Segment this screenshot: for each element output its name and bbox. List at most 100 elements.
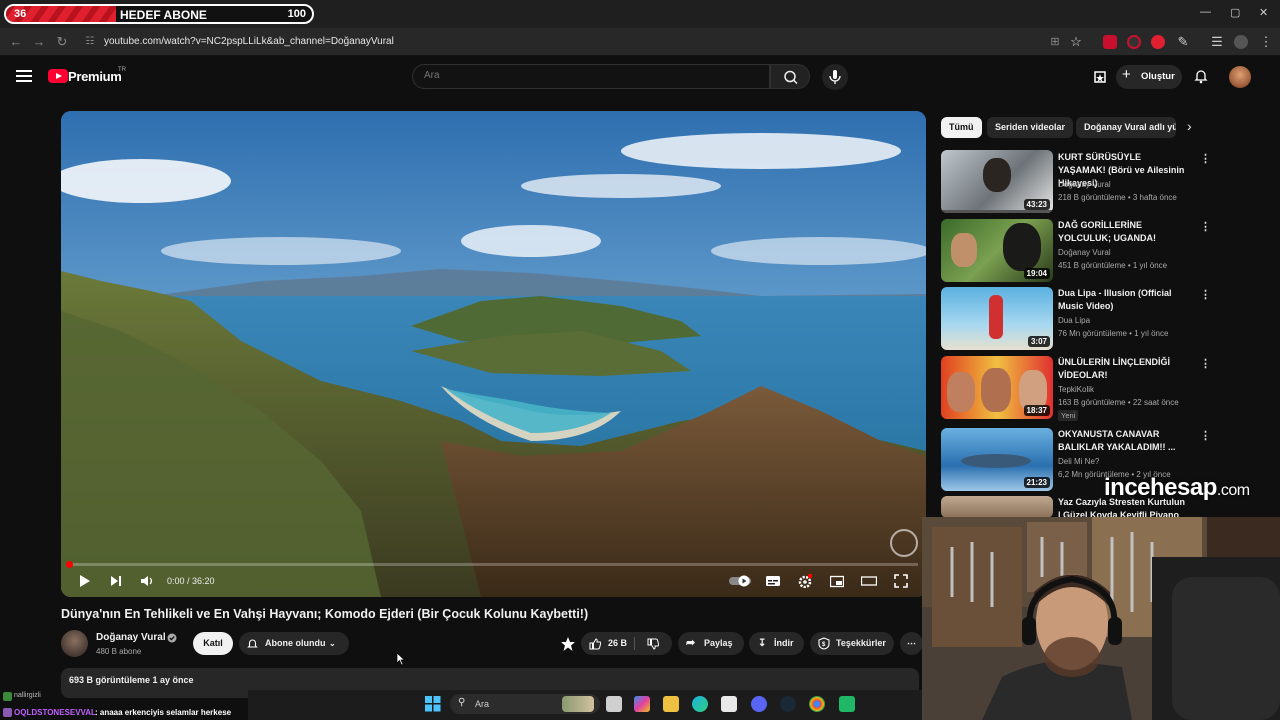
rec-more-icon[interactable]: ⋮	[1200, 288, 1211, 301]
rec-thumb-figure	[983, 158, 1011, 192]
rec-title[interactable]: DAĞ GORİLLERİNE YOLCULUK; UGANDA!	[1058, 219, 1190, 245]
streamer-webcam	[922, 517, 1280, 720]
rec-thumbnail[interactable]: 43:23	[941, 150, 1053, 213]
edge-icon[interactable]	[692, 696, 708, 712]
premium-sparkle-icon[interactable]	[1092, 69, 1108, 85]
rec-thumbnail[interactable]	[941, 496, 1053, 518]
fullscreen-icon[interactable]	[894, 574, 908, 588]
dislike-icon[interactable]	[647, 638, 659, 650]
logo-text[interactable]: Premium	[68, 69, 122, 84]
video-player[interactable]	[61, 111, 926, 597]
like-icon[interactable]	[589, 638, 601, 650]
rec-title[interactable]: ÜNLÜLERİN LİNÇLENDİĞİ VİDEOLAR!	[1058, 356, 1190, 382]
channel-avatar[interactable]	[61, 630, 88, 657]
copilot-icon[interactable]	[634, 696, 650, 712]
search-input[interactable]	[424, 70, 754, 81]
like-divider	[634, 637, 635, 650]
obs-icon[interactable]	[839, 696, 855, 712]
premium-badge-icon[interactable]	[560, 636, 576, 652]
rec-more-icon[interactable]: ⋮	[1200, 429, 1211, 442]
settings-gear-icon[interactable]	[798, 574, 812, 588]
chip-all[interactable]: Tümü	[941, 117, 982, 138]
theater-mode-icon[interactable]	[861, 574, 877, 588]
play-icon[interactable]	[78, 574, 92, 588]
rec-thumbnail[interactable]: 18:37	[941, 356, 1053, 419]
browser-menu-icon[interactable]: ⋮	[1258, 34, 1274, 50]
subtitles-icon[interactable]	[766, 574, 780, 588]
bookmark-star-icon[interactable]: ☆	[1068, 34, 1084, 50]
share-icon: ➦	[686, 637, 696, 649]
windows-start-icon[interactable]	[425, 696, 441, 712]
bell-icon	[247, 639, 258, 648]
chevron-right-icon[interactable]: ›	[1187, 118, 1192, 134]
more-actions-button[interactable]: ⋯	[900, 632, 923, 655]
voice-search-button[interactable]	[822, 64, 848, 90]
profile-icon[interactable]	[1234, 35, 1248, 49]
rec-thumb-figure	[989, 295, 1003, 339]
minimize-icon[interactable]: —	[1200, 6, 1211, 18]
rec-more-icon[interactable]: ⋮	[1200, 220, 1211, 233]
rec-channel[interactable]: TepkiKolik	[1058, 385, 1094, 394]
chat-user-badge-icon	[3, 708, 12, 717]
volume-icon[interactable]	[140, 574, 154, 588]
autoplay-toggle-icon[interactable]	[728, 574, 752, 588]
search-button[interactable]	[770, 64, 810, 89]
rec-channel[interactable]: Deli Mi Ne?	[1058, 457, 1099, 466]
subscribed-button[interactable]: Abone olundu ⌄	[239, 632, 349, 655]
rec-thumbnail[interactable]: 21:23	[941, 428, 1053, 491]
steam-icon[interactable]	[780, 696, 796, 712]
progress-bar[interactable]	[68, 563, 918, 566]
rec-channel[interactable]: Doğanay Vural	[1058, 180, 1111, 189]
next-video-icon[interactable]	[109, 574, 123, 588]
rec-thumbnail[interactable]: 19:04	[941, 219, 1053, 282]
install-app-icon[interactable]: ⊞	[1047, 34, 1063, 50]
file-explorer-icon[interactable]	[663, 696, 679, 712]
rec-more-icon[interactable]: ⋮	[1200, 152, 1211, 165]
task-view-icon[interactable]	[606, 696, 622, 712]
channel-name[interactable]: Doğanay Vural	[96, 632, 166, 643]
reload-icon[interactable]: ↻	[54, 34, 70, 50]
rec-channel[interactable]: Dua Lipa	[1058, 316, 1090, 325]
subscriber-count: 480 B abone	[96, 647, 142, 656]
rec-channel[interactable]: Doğanay Vural	[1058, 248, 1111, 257]
more-horizontal-icon: ⋯	[907, 638, 916, 648]
chip-channel[interactable]: Doğanay Vural adlı yü	[1076, 117, 1176, 138]
discord-icon[interactable]	[751, 696, 767, 712]
join-button[interactable]: Katıl	[193, 632, 233, 655]
url-field[interactable]: youtube.com/watch?v=NC2pspLLiLk&ab_chann…	[104, 36, 394, 47]
media-control-icon[interactable]: ☰	[1209, 34, 1225, 50]
notifications-bell-icon[interactable]	[1193, 68, 1209, 84]
extension-record-icon[interactable]	[1127, 35, 1141, 49]
chip-series[interactable]: Seriden videolar	[987, 117, 1074, 138]
progress-scrubber[interactable]	[66, 561, 73, 568]
logo-country: TR	[118, 67, 126, 73]
user-avatar[interactable]	[1229, 66, 1251, 88]
share-button[interactable]: ➦ Paylaş	[678, 632, 744, 655]
back-icon[interactable]: ←	[8, 34, 24, 50]
search-highlight-icon[interactable]	[562, 696, 594, 712]
chrome-icon[interactable]	[809, 696, 825, 712]
youtube-logo-icon[interactable]	[48, 69, 68, 83]
download-label: İndir	[774, 638, 794, 648]
restore-icon[interactable]: ▢	[1230, 6, 1240, 19]
rec-thumbnail[interactable]: 3:07	[941, 287, 1053, 350]
plus-icon: +	[1122, 66, 1131, 83]
sponsor-brand-text: incehesap.com	[1104, 474, 1250, 502]
close-icon[interactable]: ✕	[1259, 6, 1268, 19]
extensions-puzzle-icon[interactable]: ✎	[1175, 34, 1191, 50]
like-dislike-group: 26 B	[581, 632, 672, 655]
channel-watermark-icon[interactable]	[890, 529, 918, 557]
rec-title[interactable]: Dua Lipa - Illusion (Official Music Vide…	[1058, 287, 1190, 313]
rec-title[interactable]: OKYANUSTA CANAVAR BALIKLAR YAKALADIM!! .…	[1058, 428, 1190, 454]
hamburger-menu-icon[interactable]	[16, 70, 32, 82]
site-info-icon[interactable]: ☷	[82, 34, 98, 50]
extension-shield-icon[interactable]	[1151, 35, 1165, 49]
extension-red-icon[interactable]	[1103, 35, 1117, 49]
download-button[interactable]: ↧ İndir	[749, 632, 804, 655]
store-icon[interactable]	[721, 696, 737, 712]
miniplayer-icon[interactable]	[830, 574, 844, 588]
thanks-button[interactable]: $ Teşekkürler	[810, 632, 894, 655]
forward-icon[interactable]: →	[31, 34, 47, 50]
rec-meta: 218 B görüntüleme • 3 hafta önce	[1058, 193, 1177, 202]
rec-more-icon[interactable]: ⋮	[1200, 357, 1211, 370]
